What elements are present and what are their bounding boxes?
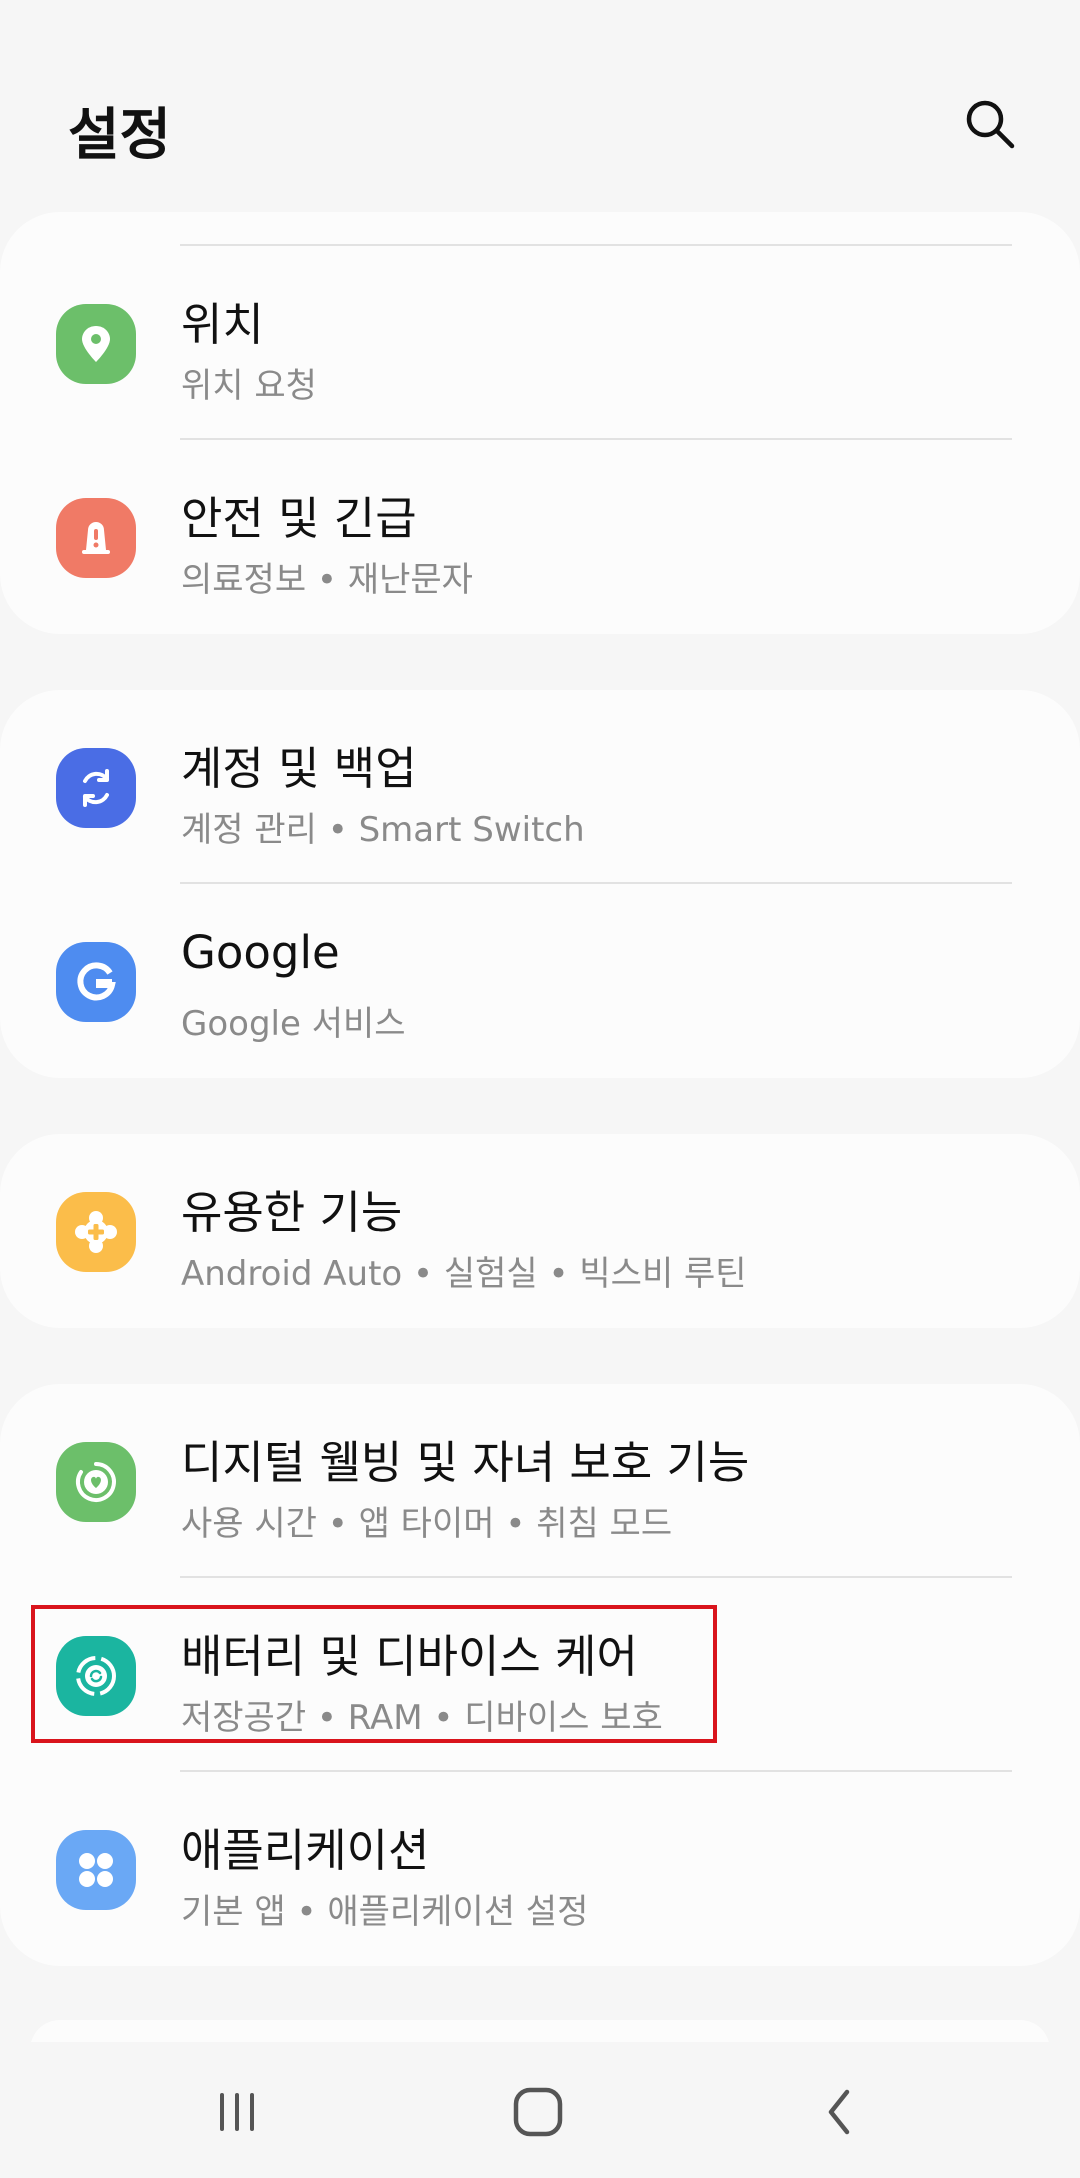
- search-button[interactable]: [958, 92, 1022, 156]
- item-subtitle: Google 서비스: [181, 1004, 406, 1044]
- item-title: 안전 및 긴급: [181, 492, 417, 545]
- home-icon: [513, 2087, 563, 2137]
- item-title: Google: [181, 926, 340, 979]
- page-title: 설정: [68, 103, 172, 168]
- item-subtitle: 의료정보 • 재난문자: [181, 560, 473, 600]
- settings-card-advanced-features: 유용한 기능 Android Auto • 실험실 • 빅스비 루틴: [0, 1134, 1080, 1328]
- item-title: 유용한 기능: [181, 1186, 403, 1239]
- item-title: 계정 및 백업: [181, 742, 417, 795]
- item-subtitle: 기본 앱 • 애플리케이션 설정: [181, 1892, 589, 1932]
- emergency-siren-icon: [56, 498, 136, 578]
- home-button[interactable]: [493, 2072, 583, 2152]
- search-icon: [966, 100, 1015, 149]
- item-subtitle: 계정 관리 • Smart Switch: [181, 810, 585, 850]
- item-subtitle: Android Auto • 실험실 • 빅스비 루틴: [181, 1254, 747, 1294]
- sync-arrows-icon: [56, 748, 136, 828]
- apps-grid-icon: [56, 1830, 136, 1910]
- wellbeing-heart-icon: [56, 1442, 136, 1522]
- settings-item-google[interactable]: Google Google 서비스: [0, 884, 1080, 1078]
- settings-item-accounts-backup[interactable]: 계정 및 백업 계정 관리 • Smart Switch: [0, 690, 1080, 884]
- settings-item-digital-wellbeing[interactable]: 디지털 웰빙 및 자녀 보호 기능 사용 시간 • 앱 타이머 • 취침 모드: [0, 1384, 1080, 1578]
- settings-item-applications[interactable]: 애플리케이션 기본 앱 • 애플리케이션 설정: [0, 1772, 1080, 1966]
- settings-item-advanced-features[interactable]: 유용한 기능 Android Auto • 실험실 • 빅스비 루틴: [0, 1134, 1080, 1328]
- settings-screen: 설정 위치 위치 요청 안전 및 긴급 의료정보 • 재난문자 계정 및 백업 …: [0, 0, 1080, 2178]
- puzzle-plus-icon: [56, 1192, 136, 1272]
- recent-apps-icon: [220, 2093, 254, 2131]
- settings-item-location[interactable]: 위치 위치 요청: [0, 246, 1080, 440]
- settings-item-safety-emergency[interactable]: 안전 및 긴급 의료정보 • 재난문자: [0, 440, 1080, 634]
- settings-card-accounts-google: 계정 및 백업 계정 관리 • Smart Switch Google Goog…: [0, 690, 1080, 1078]
- item-subtitle: 사용 시간 • 앱 타이머 • 취침 모드: [181, 1504, 673, 1544]
- item-subtitle: 위치 요청: [181, 366, 317, 406]
- header: 설정: [0, 0, 1080, 200]
- back-button[interactable]: [794, 2072, 884, 2152]
- item-title: 위치: [181, 298, 264, 351]
- recent-apps-button[interactable]: [192, 2072, 282, 2152]
- item-title: 애플리케이션: [181, 1824, 430, 1877]
- item-title: 디지털 웰빙 및 자녀 보호 기능: [181, 1436, 750, 1489]
- google-g-icon: [56, 942, 136, 1022]
- back-icon: [828, 2089, 850, 2135]
- location-pin-icon: [56, 304, 136, 384]
- highlight-box: [31, 1605, 717, 1743]
- settings-card-location-safety: 위치 위치 요청 안전 및 긴급 의료정보 • 재난문자: [0, 212, 1080, 634]
- navigation-bar: [0, 2042, 1080, 2178]
